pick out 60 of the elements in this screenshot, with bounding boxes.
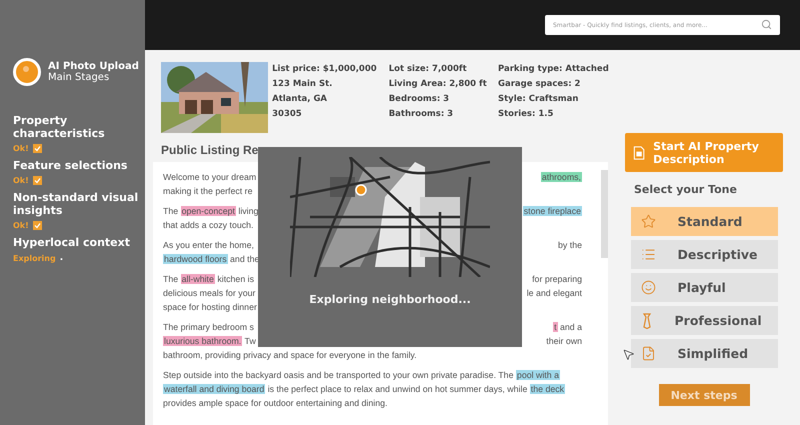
document-check-icon [640,346,656,361]
remarks-text: for preparing [532,273,582,286]
star-icon [640,214,656,229]
tone-option[interactable]: Descriptive [630,240,778,269]
fact-text: Parking type: Attached [498,63,608,76]
stage-status: Ok! [13,176,29,185]
remarks-text: t and a [553,321,582,334]
fact-text: Lot size: 7,000ft [388,63,468,76]
fact-text: Stories: 1.5 [498,108,554,121]
stage-title: Feature selections [13,159,128,172]
stage-title: Non-standard visual insights [13,191,140,217]
section-heading: Public Listing Re [160,142,260,159]
remarks-text: stone fireplace [522,205,582,218]
smiley-icon [640,280,656,295]
tone-option[interactable]: Simplified [630,339,778,368]
stage-status: Ok! [13,221,29,230]
remarks-text: waterfall and diving board is the perfect place to relax and unwind on hot summer days, while the deck [163,383,566,396]
loading-message: Exploring neighborhood... [309,293,471,306]
remarks-text: The all-white kitchen is [163,273,254,286]
stage-title: Hyperlocal context [13,236,131,249]
app-title: AI Photo Upload [48,61,139,72]
remarks-text: provides ample space for outdoor entertaining and dining. [163,397,388,410]
remarks-text: by the [558,239,582,252]
fact-text: 123 Main St. [272,78,334,91]
remarks-text: that adds a cozy touch. [163,219,254,232]
fact-text: Bedrooms: 3 [388,93,450,106]
remarks-text: Welcome to your dream [163,171,256,184]
tone-option[interactable]: Standard [630,207,778,236]
search-icon[interactable] [761,19,772,30]
fact-text: 30305 [272,108,303,121]
tie-icon [640,312,652,328]
fact-text: Bathrooms: 3 [388,108,454,121]
remarks-text: The primary bedroom s [163,321,254,334]
tone-option[interactable]: Professional [630,306,778,335]
remarks-text: The open-concept living [163,205,258,218]
fact-text: Living Area: 2,800 ft [388,78,488,91]
remarks-text: their own [546,335,582,348]
tone-option[interactable]: Playful [630,273,778,302]
stage-status: Exploring [13,254,56,262]
stage-title: Property characteristics [13,114,106,140]
remarks-text: making it the perfect re [163,185,252,198]
remarks-text: luxurious bathroom. Tw [163,335,256,348]
scrollbar[interactable] [601,170,608,258]
remarks-text: As you enter the home, [163,239,254,252]
remarks-text: delicious meals for your [163,287,256,300]
remarks-text: Step outside into the backyard oasis and be transported to your own private paradise. The pool with a [163,369,560,382]
remarks-text: athrooms, [540,171,582,184]
fact-text: List price: $1,000,000 [272,63,378,76]
remarks-text: le and elegant [526,287,582,300]
remarks-text: bathroom, providing privacy and space for everyone in the family. [163,349,417,362]
app-subtitle: Main Stages [48,72,110,83]
tone-heading: Select your Tone [634,183,737,196]
fact-text: Style: Craftsman [498,93,580,106]
cursor-icon [622,348,635,361]
fact-text: Atlanta, GA [272,93,328,106]
remarks-text: space for hosting dinner [163,301,257,314]
progress-dots: . [60,253,64,263]
fact-text: Garage spaces: 2 [498,78,582,91]
stage-status: Ok! [13,144,29,153]
logo-icon [13,58,41,86]
